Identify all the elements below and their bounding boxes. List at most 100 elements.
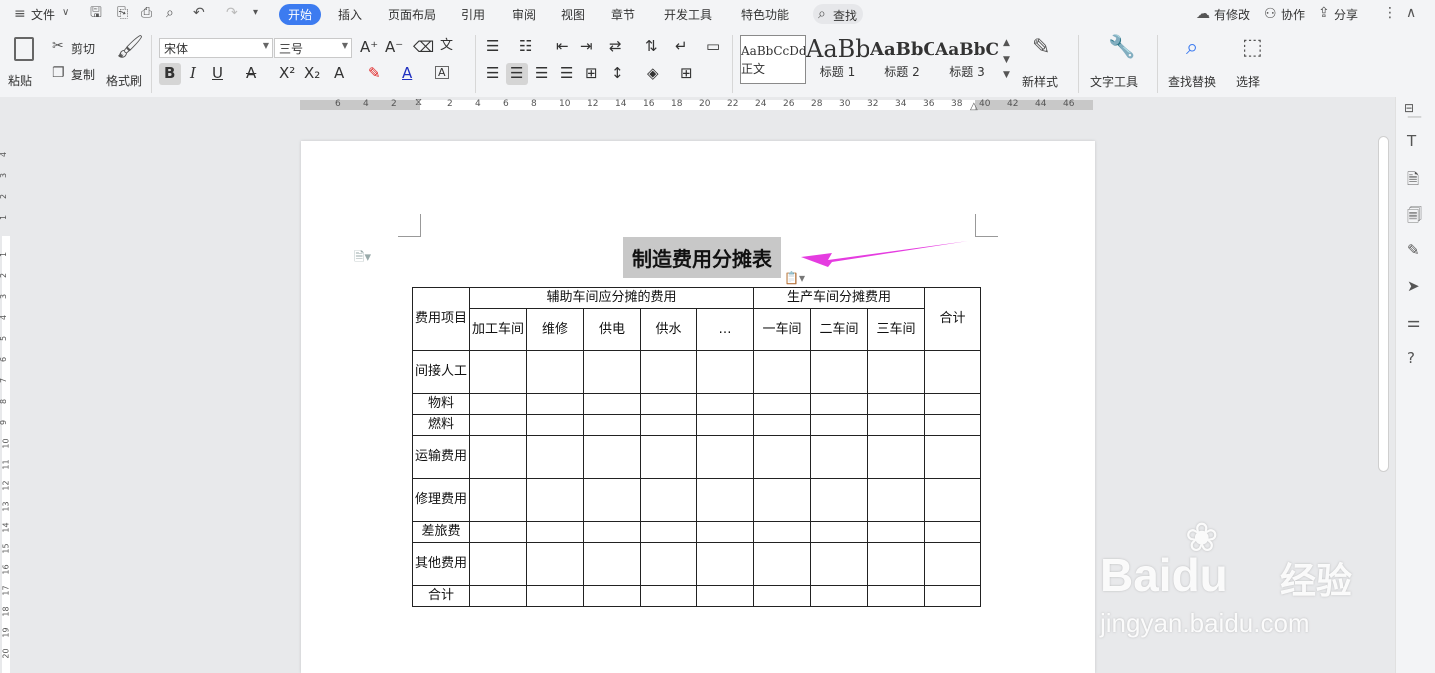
row-label[interactable]: 燃料 <box>412 414 470 436</box>
chevron-down-icon[interactable]: ∨ <box>62 8 69 18</box>
tab-insert[interactable]: 插入 <box>338 6 362 23</box>
table-cell[interactable] <box>469 542 527 586</box>
table-cell[interactable] <box>583 414 641 436</box>
table-cell[interactable] <box>867 350 925 394</box>
file-menu[interactable]: 文件 <box>31 6 55 23</box>
font-name-select[interactable]: 宋体 ▼ <box>159 38 273 58</box>
subheader-cell[interactable]: … <box>696 308 754 351</box>
table-cell[interactable] <box>924 478 981 522</box>
document-icon[interactable]: 🗎 <box>1407 169 1419 194</box>
style-heading2[interactable]: AaBbC 标题 2 <box>870 35 934 84</box>
table-cell[interactable] <box>640 585 697 607</box>
header-cell-aux[interactable]: 辅助车间应分摊的费用 <box>469 287 754 309</box>
tab-chapter[interactable]: 章节 <box>611 6 635 23</box>
table-cell[interactable] <box>640 542 697 586</box>
table-cell[interactable] <box>469 350 527 394</box>
search-box[interactable]: ⌕ 查找 <box>813 4 863 24</box>
table-cell[interactable] <box>867 435 925 479</box>
format-painter-button[interactable]: 🖌 格式刷 <box>106 35 146 95</box>
table-cell[interactable] <box>810 393 868 415</box>
row-label[interactable]: 合计 <box>412 585 470 607</box>
sliders-icon[interactable]: ⚌ <box>1407 313 1420 331</box>
table-cell[interactable] <box>696 435 754 479</box>
table-cell[interactable] <box>696 350 754 394</box>
table-cell[interactable] <box>924 542 981 586</box>
table-cell[interactable] <box>753 521 811 543</box>
table-cell[interactable] <box>753 393 811 415</box>
user-icon[interactable]: ⚇ <box>1264 7 1277 21</box>
header-cell-prod[interactable]: 生产车间分摊费用 <box>753 287 925 309</box>
table-cell[interactable] <box>583 478 641 522</box>
row-label[interactable]: 差旅费 <box>412 521 470 543</box>
table-cell[interactable] <box>583 393 641 415</box>
pen-icon[interactable]: ✎ <box>1407 241 1420 259</box>
table-cell[interactable] <box>696 585 754 607</box>
style-heading3[interactable]: AaBbC 标题 3 <box>935 35 999 84</box>
paste-button[interactable]: 粘贴 <box>8 35 40 95</box>
table-cell[interactable] <box>753 435 811 479</box>
justify-icon[interactable]: ☰ <box>560 66 573 81</box>
table-cell[interactable] <box>867 414 925 436</box>
table-cell[interactable] <box>810 478 868 522</box>
collab-button[interactable]: 协作 <box>1281 6 1305 23</box>
subheader-cell[interactable]: 加工车间 <box>469 308 527 351</box>
style-normal[interactable]: AaBbCcDd 正文 <box>740 35 806 84</box>
table-cell[interactable] <box>469 521 527 543</box>
distributed-icon[interactable]: ⊞ <box>585 66 598 81</box>
table-cell[interactable] <box>526 350 584 394</box>
table-cell[interactable] <box>924 393 981 415</box>
row-label[interactable]: 物料 <box>412 393 470 415</box>
increase-font-icon[interactable]: A⁺ <box>360 40 378 55</box>
print-icon[interactable]: ⎙ <box>141 6 152 20</box>
table-cell[interactable] <box>469 414 527 436</box>
line-spacing-icon[interactable]: ↕ <box>611 66 624 81</box>
table-cell[interactable] <box>810 435 868 479</box>
phonetic-guide-icon[interactable]: 文 <box>440 39 453 52</box>
share-icon[interactable]: ⇪ <box>1318 6 1330 20</box>
table-cell[interactable] <box>753 478 811 522</box>
header-cell-total[interactable]: 合计 <box>924 287 981 351</box>
table-cell[interactable] <box>810 585 868 607</box>
numbered-list-icon[interactable]: ☷ <box>519 39 532 54</box>
cut-button[interactable]: 剪切 <box>71 40 95 57</box>
table-cell[interactable] <box>469 478 527 522</box>
text-effect-icon[interactable]: A <box>334 66 344 81</box>
style-heading1[interactable]: AaBb 标题 1 <box>806 35 869 84</box>
table-cell[interactable] <box>924 521 981 543</box>
table-cell[interactable] <box>469 435 527 479</box>
bold-button[interactable]: B <box>159 63 181 85</box>
table-cell[interactable] <box>867 393 925 415</box>
indent-marker-icon[interactable]: ⧖ <box>415 97 422 108</box>
table-cell[interactable] <box>810 414 868 436</box>
vertical-ruler[interactable]: 43211234567891011121314151617181920 <box>0 114 12 673</box>
collapse-ribbon-icon[interactable]: ∧ <box>1406 6 1416 20</box>
undo-icon[interactable]: ↶ <box>193 6 205 20</box>
decrease-font-icon[interactable]: A⁻ <box>385 40 403 55</box>
copy-icon[interactable]: ❐ <box>52 66 65 80</box>
align-center-button[interactable]: ☰ <box>506 63 528 85</box>
tab-view[interactable]: 视图 <box>561 6 585 23</box>
shading-icon[interactable]: ◈ <box>647 66 659 81</box>
font-color-icon[interactable]: A <box>402 66 412 81</box>
row-label[interactable]: 运输费用 <box>412 435 470 479</box>
decrease-indent-icon[interactable]: ⇤ <box>556 39 569 54</box>
line-break-icon[interactable]: ↵ <box>675 39 688 54</box>
table-cell[interactable] <box>696 393 754 415</box>
table-cell[interactable] <box>810 542 868 586</box>
table-cell[interactable] <box>753 350 811 394</box>
table-cell[interactable] <box>640 414 697 436</box>
more-icon[interactable]: ⋮ <box>1383 6 1397 20</box>
row-label[interactable]: 间接人工 <box>412 350 470 394</box>
subheader-cell[interactable]: 供水 <box>640 308 697 351</box>
document-page[interactable]: 🗎▾ 制造费用分摊表 I 📋▾ 费用项目 辅助车间应分摊的费用 生产车间分摊费用… <box>301 141 1095 673</box>
table-icon[interactable]: ▭ <box>706 39 720 54</box>
strikethrough-icon[interactable]: A <box>246 66 256 81</box>
subheader-cell[interactable]: 一车间 <box>753 308 811 351</box>
styles-scroll-down-icon[interactable]: ▼ <box>1003 56 1010 65</box>
subscript-icon[interactable]: X₂ <box>304 66 320 81</box>
styles-scroll-up-icon[interactable]: ▲ <box>1003 39 1010 48</box>
table-cell[interactable] <box>469 393 527 415</box>
underline-icon[interactable]: U <box>212 66 223 81</box>
select-button[interactable]: ⬚ 选择 <box>1234 35 1274 95</box>
tab-page-layout[interactable]: 页面布局 <box>388 6 436 23</box>
